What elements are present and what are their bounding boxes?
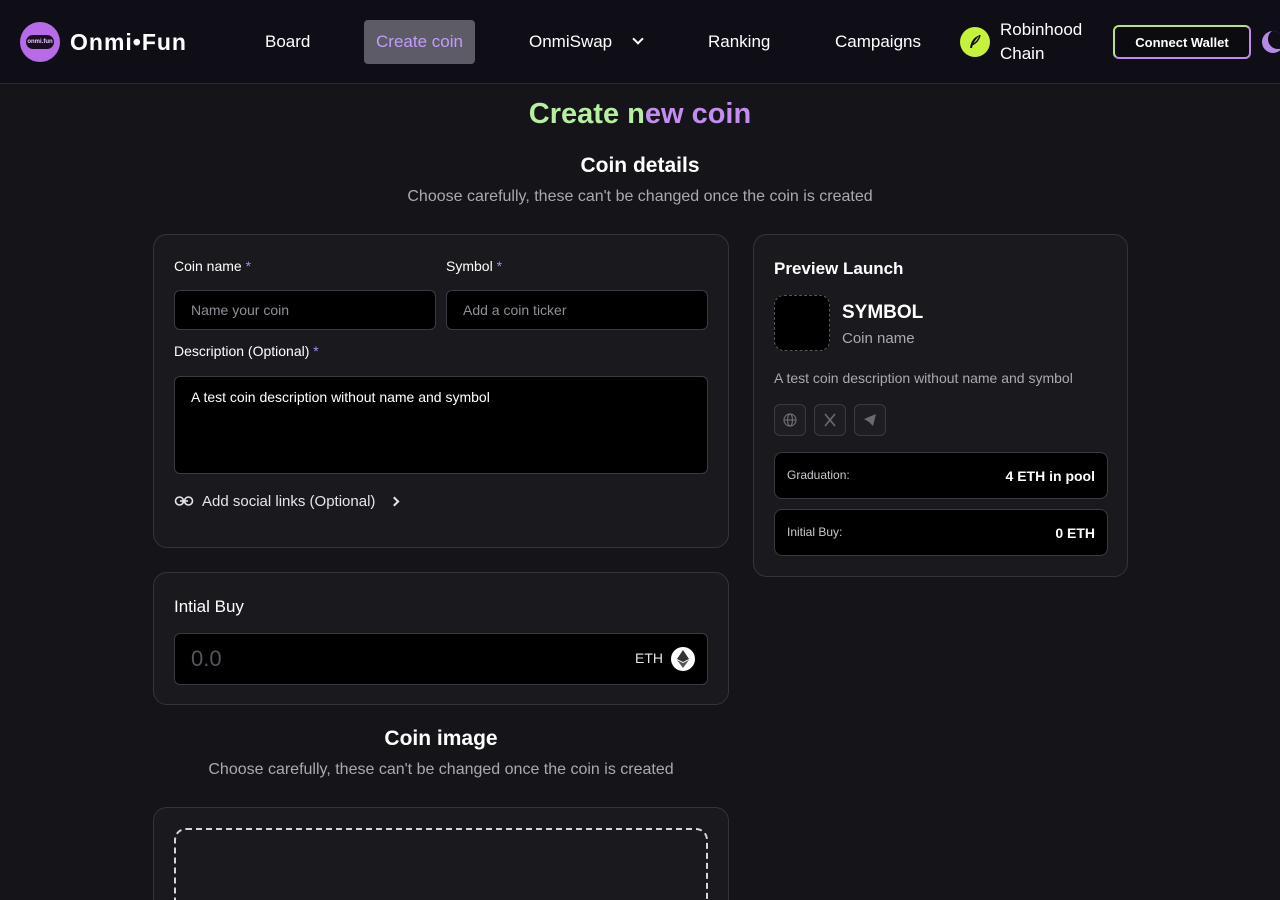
graduation-label: Graduation:: [787, 468, 850, 482]
image-dropzone[interactable]: [174, 828, 708, 900]
initial-buy-unit: ETH: [635, 650, 663, 666]
coin-details-title: Coin details: [580, 154, 700, 177]
nav-ranking[interactable]: Ranking: [696, 20, 782, 64]
preview-launch-card: Preview Launch SYMBOL Coin name A test c…: [753, 234, 1128, 577]
chevron-right-icon: [389, 496, 400, 506]
top-navbar: onmi.fun Onmi•Fun Board Create coin Onmi…: [0, 0, 1280, 84]
globe-icon[interactable]: [774, 404, 806, 436]
page-title-part1: Create n: [528, 98, 645, 130]
coin-image-card: [153, 807, 729, 900]
chain-selector[interactable]: Robinhood Chain: [960, 18, 1090, 66]
description-label: Description (Optional) *: [174, 343, 319, 359]
graduation-row: Graduation: 4 ETH in pool: [774, 452, 1108, 499]
coin-image-title: Coin image: [384, 727, 498, 750]
coin-image-subtitle: Choose carefully, these can't be changed…: [208, 761, 674, 778]
add-social-links-toggle[interactable]: Add social links (Optional): [174, 491, 400, 511]
preview-title: Preview Launch: [774, 259, 904, 278]
nav-campaigns[interactable]: Campaigns: [823, 20, 933, 64]
coin-name-label: Coin name *: [174, 258, 251, 274]
symbol-input[interactable]: Add a coin ticker: [446, 290, 708, 330]
telegram-icon[interactable]: [854, 404, 886, 436]
eth-icon: [671, 647, 695, 671]
initial-buy-input[interactable]: 0.0 ETH: [174, 633, 708, 685]
nav-board[interactable]: Board: [253, 20, 322, 64]
initial-buy-card: Intial Buy 0.0 ETH: [153, 572, 729, 705]
description-textarea[interactable]: A test coin description without name and…: [174, 376, 708, 474]
symbol-label-text: Symbol: [446, 258, 493, 274]
chevron-down-icon: [632, 33, 644, 45]
robinhood-feather-icon: [960, 27, 990, 57]
coin-name-input[interactable]: Name your coin: [174, 290, 436, 330]
preview-description: A test coin description without name and…: [774, 370, 1073, 386]
required-mark: *: [313, 343, 319, 359]
connect-wallet-button[interactable]: Connect Wallet: [1113, 25, 1251, 59]
initial-buy-title: Intial Buy: [174, 597, 244, 616]
initial-buy-placeholder: 0.0: [191, 646, 222, 671]
required-mark: *: [245, 258, 252, 274]
coin-name-label-text: Coin name: [174, 258, 242, 274]
preview-coin-name: Coin name: [842, 330, 915, 347]
logo-badge-text: onmi.fun: [26, 35, 54, 49]
initial-buy-label: Initial Buy:: [787, 525, 843, 539]
initial-buy-value: 0 ETH: [1055, 525, 1095, 541]
page-title-part2: ew coin: [644, 98, 752, 130]
required-mark: *: [496, 258, 503, 274]
nav-onmiswap[interactable]: OnmiSwap: [517, 20, 654, 64]
coin-details-subtitle: Choose carefully, these can't be changed…: [407, 188, 873, 205]
logo-text: Onmi•Fun: [70, 28, 187, 55]
add-social-links-label: Add social links (Optional): [202, 492, 376, 510]
coin-details-card: Coin name * Symbol * Name your coin Add …: [153, 234, 729, 548]
symbol-label: Symbol *: [446, 258, 502, 274]
link-icon: [174, 496, 194, 506]
nav-create-coin[interactable]: Create coin: [364, 20, 475, 64]
preview-coin-image: [774, 295, 830, 351]
graduation-value: 4 ETH in pool: [1005, 468, 1095, 484]
x-twitter-icon[interactable]: [814, 404, 846, 436]
preview-symbol: SYMBOL: [842, 302, 924, 323]
description-label-text: Description (Optional): [174, 343, 310, 359]
moon-icon[interactable]: [1262, 31, 1280, 53]
nav-onmiswap-label: OnmiSwap: [529, 32, 613, 51]
logo-badge-icon: onmi.fun: [20, 22, 60, 62]
chain-label: Robinhood Chain: [1000, 20, 1083, 63]
initial-buy-row: Initial Buy: 0 ETH: [774, 509, 1108, 556]
logo[interactable]: onmi.fun Onmi•Fun: [20, 22, 187, 62]
page-title: Create new coin: [0, 98, 1280, 131]
